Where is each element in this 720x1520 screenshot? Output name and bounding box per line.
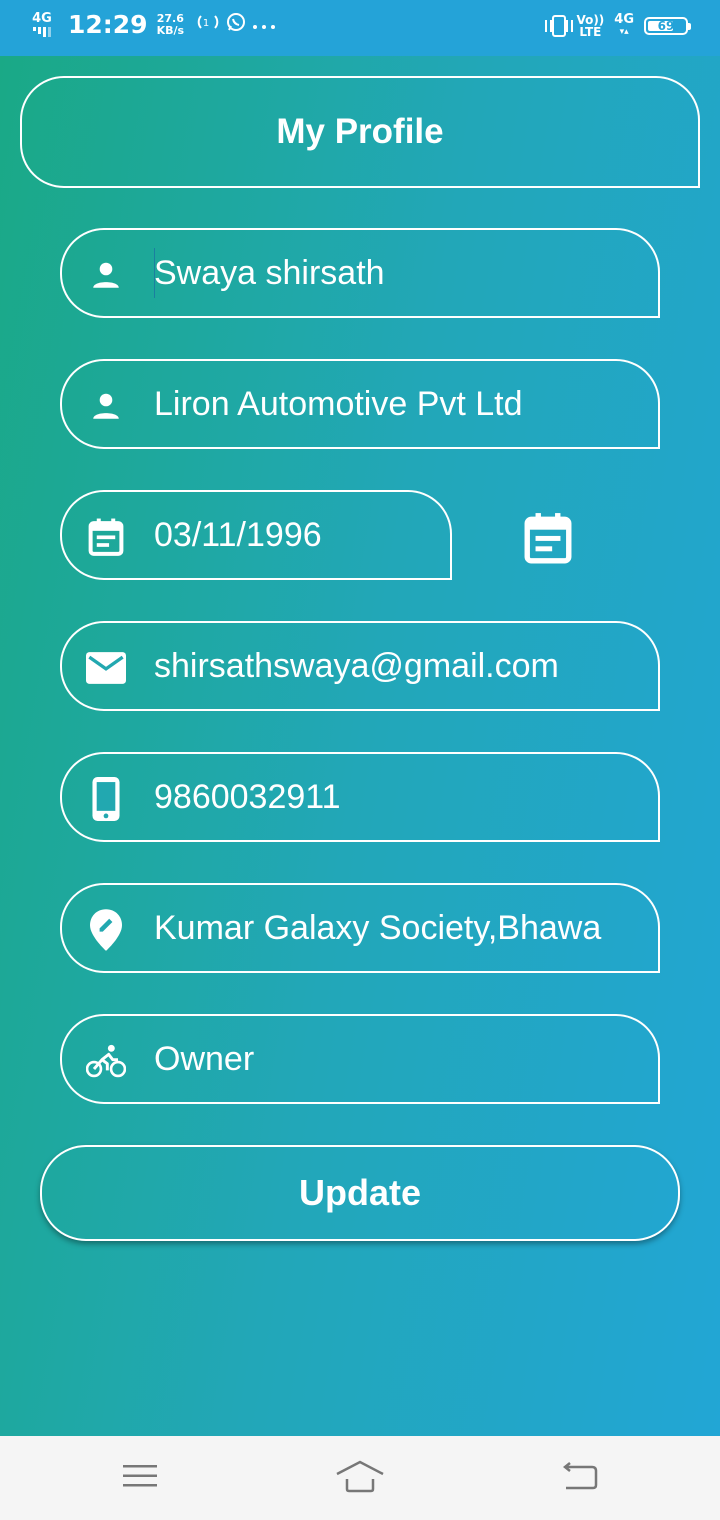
vibrate-icon <box>545 15 574 37</box>
battery-icon: 69 <box>644 17 691 35</box>
back-button[interactable] <box>550 1456 610 1500</box>
company-field[interactable]: Liron Automotive Pvt Ltd <box>60 359 660 449</box>
calendar-icon <box>86 517 126 557</box>
name-value: Swaya shirsath <box>154 253 385 292</box>
bicycle-icon <box>86 1041 126 1081</box>
phone-field[interactable]: 9860032911 <box>60 752 660 842</box>
menu-icon <box>123 1463 157 1493</box>
email-value: shirsathswaya@gmail.com <box>154 646 559 685</box>
address-field[interactable]: Kumar Galaxy Society,Bhawa <box>60 883 660 973</box>
location-edit-icon <box>86 909 126 951</box>
more-dots-icon <box>252 14 276 35</box>
person-icon <box>86 255 126 295</box>
page-title: My Profile <box>276 112 444 151</box>
back-icon <box>562 1461 598 1495</box>
company-value: Liron Automotive Pvt Ltd <box>154 384 523 423</box>
svg-text:1: 1 <box>203 18 213 29</box>
menu-button[interactable] <box>110 1456 170 1500</box>
name-field[interactable]: Swaya shirsath <box>60 228 660 318</box>
home-button[interactable] <box>330 1456 390 1500</box>
network-type: 4G ▾▴ <box>614 12 634 37</box>
battery-level: 69 <box>657 19 675 33</box>
phone-icon <box>86 777 126 821</box>
dob-field[interactable]: 03/11/1996 <box>60 490 452 580</box>
mail-icon <box>86 648 126 688</box>
date-picker-button[interactable] <box>520 510 576 570</box>
address-value: Kumar Galaxy Society,Bhawa <box>154 908 602 947</box>
person-icon <box>86 386 126 426</box>
email-field[interactable]: shirsathswaya@gmail.com <box>60 621 660 711</box>
dob-value: 03/11/1996 <box>154 515 322 554</box>
text-cursor <box>154 248 155 298</box>
calendar-icon <box>523 511 573 569</box>
home-icon <box>335 1459 385 1497</box>
whatsapp-icon <box>226 12 246 37</box>
volte-indicator: Vo)) LTE <box>576 13 605 39</box>
navigation-bar <box>0 1436 720 1520</box>
page-header: My Profile <box>20 76 700 188</box>
role-value: Owner <box>154 1039 255 1078</box>
signal-icon: 4G <box>30 12 54 37</box>
update-button[interactable]: Update <box>40 1145 680 1241</box>
clock: 12:29 <box>68 10 148 39</box>
role-field[interactable]: Owner <box>60 1014 660 1104</box>
hotspot-icon: 1 <box>196 13 220 36</box>
status-bar: 4G 12:29 27.6 KB/s 1 Vo)) LTE 4G ▾▴ 69 <box>0 0 720 56</box>
network-speed: 27.6 KB/s <box>156 11 185 37</box>
phone-value: 9860032911 <box>154 777 341 816</box>
